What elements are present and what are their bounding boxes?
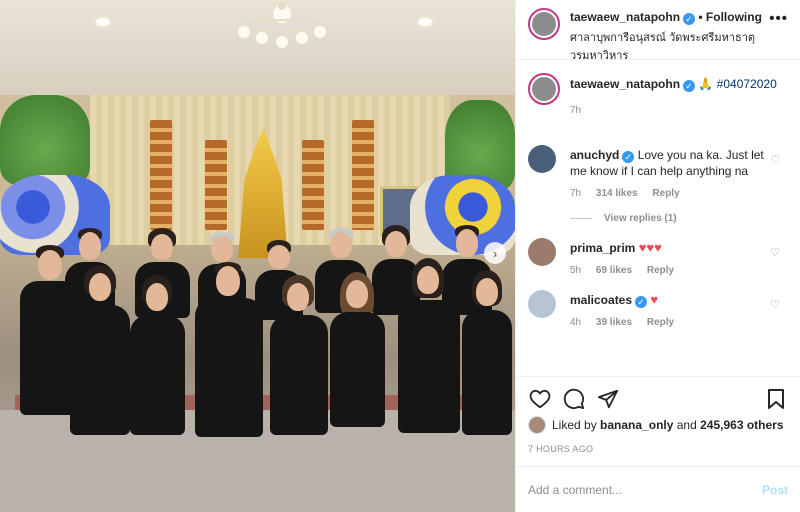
location-link[interactable]: ศาลาบุพการีอนุสรณ์ วัดพระศรีมหาธาตุวรมหา… — [570, 28, 800, 64]
person — [70, 265, 130, 435]
comment-likes[interactable]: 69 likes — [596, 265, 632, 276]
person — [398, 258, 460, 433]
comment-body: prima_prim ♥♥♥ — [570, 238, 768, 256]
post-side-panel: taewaew_natapohn ✓ • Following ศาลาบุพการ… — [515, 0, 800, 512]
comment-likes[interactable]: 39 likes — [596, 317, 632, 328]
post-photo[interactable]: › — [0, 0, 515, 512]
add-comment-bar: Post — [516, 466, 800, 512]
comment-avatar[interactable] — [528, 290, 556, 318]
author-username[interactable]: taewaew_natapohn — [570, 10, 680, 24]
comment-username[interactable]: anuchyd — [570, 148, 619, 162]
person — [195, 262, 263, 437]
post-caption: taewaew_natapohn ✓ 🙏 #04072020 7h — [528, 71, 788, 135]
verified-badge-icon: ✓ — [683, 80, 696, 92]
verified-badge-icon: ✓ — [635, 296, 648, 308]
verified-badge-icon: ✓ — [622, 151, 635, 163]
share-icon[interactable] — [596, 387, 620, 411]
shrine-tier — [302, 140, 324, 230]
shrine-tier — [352, 120, 374, 230]
replies-divider — [570, 218, 592, 219]
liker-username[interactable]: banana_only — [600, 418, 673, 432]
likes-prefix: Liked by — [552, 418, 597, 432]
comment-like-heart-icon[interactable]: ♡ — [770, 298, 780, 311]
comment-time: 5h — [570, 265, 582, 276]
comment-icon[interactable] — [562, 387, 586, 411]
comment-meta: 5h 69 likes Reply — [570, 265, 768, 276]
comment-avatar[interactable] — [528, 145, 556, 173]
author-avatar[interactable] — [528, 8, 560, 40]
red-hearts-icon: ♥♥♥ — [638, 240, 662, 255]
comment-avatar[interactable] — [528, 238, 556, 266]
post-actions-bar — [516, 376, 800, 418]
post-header: taewaew_natapohn ✓ • Following ศาลาบุพการ… — [516, 0, 800, 62]
view-replies-label: View replies (1) — [604, 213, 677, 224]
heart-icon[interactable] — [528, 387, 552, 411]
comment-username[interactable]: malicoates — [570, 293, 632, 307]
caption-username[interactable]: taewaew_natapohn — [570, 77, 680, 91]
comment-like-heart-icon[interactable]: ♡ — [770, 153, 780, 166]
comment-likes[interactable]: 314 likes — [596, 188, 638, 199]
person — [130, 275, 185, 435]
post-comment-button[interactable]: Post — [762, 483, 788, 497]
chandelier — [238, 2, 326, 48]
reply-button[interactable]: Reply — [647, 317, 674, 328]
caption-hashtag[interactable]: #04072020 — [717, 77, 777, 91]
red-heart-icon: ♥ — [650, 292, 659, 307]
ceiling-light — [418, 18, 432, 26]
likes-count[interactable]: 245,963 others — [700, 418, 783, 432]
comment-like-heart-icon[interactable]: ♡ — [770, 246, 780, 259]
separator-dot: • — [698, 10, 703, 24]
comment-input[interactable] — [528, 482, 762, 497]
comment-meta: 4h 39 likes Reply — [570, 317, 768, 328]
shrine-tier — [150, 120, 172, 230]
reply-button[interactable]: Reply — [647, 265, 674, 276]
comment-item: malicoates ✓ ♥ 4h 39 likes Reply ♡ — [528, 290, 788, 328]
shrine-tier — [205, 140, 227, 230]
comment-meta: 7h 314 likes Reply — [570, 188, 768, 199]
likes-summary: Liked by banana_only and 245,963 others — [528, 416, 790, 434]
comment-body: anuchyd ✓ Love you na ka. Just let me kno… — [570, 145, 768, 179]
ceiling-light — [96, 18, 110, 26]
comment-item: prima_prim ♥♥♥ 5h 69 likes Reply ♡ — [528, 238, 788, 276]
view-replies-button[interactable]: View replies (1) — [570, 213, 788, 224]
comment-body: malicoates ✓ ♥ — [570, 290, 768, 308]
person — [270, 275, 328, 435]
more-options-icon[interactable]: ••• — [769, 10, 788, 27]
caption-avatar[interactable] — [528, 73, 560, 105]
next-photo-chevron-icon[interactable]: › — [484, 242, 506, 264]
comment-time: 4h — [570, 317, 582, 328]
likes-connector: and — [676, 418, 697, 432]
author-line: taewaew_natapohn ✓ • Following — [570, 10, 762, 25]
caption-time: 7h — [570, 105, 582, 116]
liker-avatar[interactable] — [528, 416, 546, 434]
person — [330, 272, 385, 427]
person — [462, 270, 512, 435]
following-button[interactable]: Following — [706, 10, 762, 24]
comment-time: 7h — [570, 188, 582, 199]
comments-list[interactable]: taewaew_natapohn ✓ 🙏 #04072020 7h anuchyd… — [516, 61, 800, 375]
caption-text: taewaew_natapohn ✓ 🙏 #04072020 — [570, 77, 777, 92]
flower-arrangement — [0, 95, 90, 185]
comment-username[interactable]: prima_prim — [570, 241, 635, 255]
verified-badge-icon: ✓ — [683, 13, 696, 25]
praying-hands-icon: 🙏 — [698, 77, 714, 91]
bookmark-icon[interactable] — [764, 387, 788, 411]
reply-button[interactable]: Reply — [652, 188, 679, 199]
comment-item: anuchyd ✓ Love you na ka. Just let me kno… — [528, 145, 788, 199]
posted-time: 7 HOURS AGO — [528, 444, 594, 454]
